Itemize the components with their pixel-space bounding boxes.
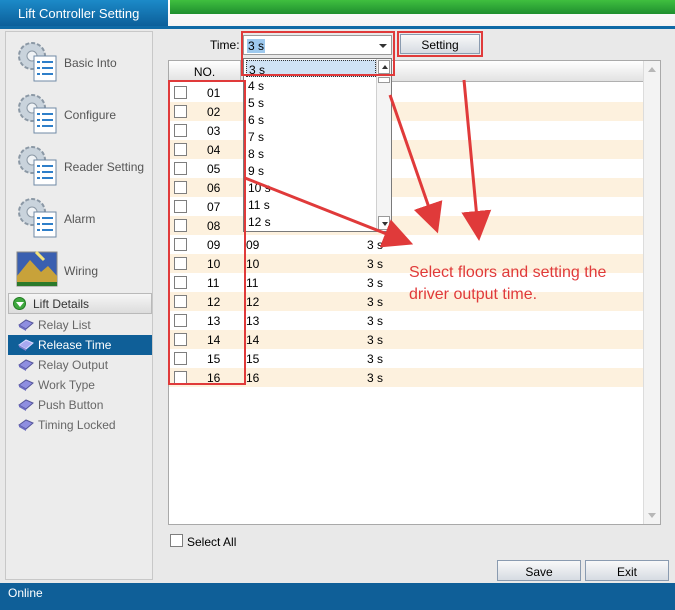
- window-title: Lift Controller Setting: [0, 0, 168, 26]
- gear-list-icon: [18, 146, 57, 186]
- dropdown-option[interactable]: 10 s: [246, 179, 376, 196]
- row-floor: 13: [246, 314, 260, 328]
- section-lift-details[interactable]: Lift Details: [8, 293, 152, 314]
- title-accent: [170, 0, 675, 14]
- time-dropdown-list: 3 s4 s5 s6 s7 s8 s9 s 10 s 11 s 12 s: [243, 58, 392, 232]
- row-time: 3 s: [367, 352, 384, 366]
- row-floor: 16: [246, 371, 260, 385]
- nav-item-wiring[interactable]: Wiring: [6, 244, 152, 296]
- gear-list-icon: [18, 198, 57, 238]
- row-time: 3 s: [367, 371, 384, 385]
- status-bar: Online: [0, 583, 675, 610]
- dropdown-option[interactable]: 5 s: [246, 94, 376, 111]
- sidebar-item-timing-locked[interactable]: Timing Locked: [8, 415, 152, 435]
- nav-item-label: Reader Setting: [64, 160, 145, 174]
- expand-down-icon: [13, 297, 26, 310]
- row-time: 3 s: [367, 295, 384, 309]
- nav-item-configure[interactable]: Configure: [6, 88, 152, 140]
- row-floor: 12: [246, 295, 260, 309]
- annotation-box-time: [241, 31, 395, 76]
- section-label: Lift Details: [33, 297, 90, 311]
- sidebar-item-relay-output[interactable]: Relay Output: [8, 355, 152, 375]
- dropdown-scrollbar[interactable]: [376, 59, 391, 231]
- row-time: 3 s: [367, 314, 384, 328]
- annotation-box-floors: [168, 80, 246, 385]
- dropdown-scroll-thumb[interactable]: [378, 77, 390, 83]
- column-header-no[interactable]: NO.: [169, 61, 241, 82]
- save-button[interactable]: Save: [497, 560, 581, 581]
- nav-item-alarm[interactable]: Alarm: [6, 192, 152, 244]
- row-floor: 11: [246, 276, 259, 290]
- book-icon: [18, 399, 34, 411]
- row-floor: 15: [246, 352, 260, 366]
- book-icon: [18, 319, 34, 331]
- time-label: Time:: [210, 38, 240, 52]
- row-time: 3 s: [367, 257, 384, 271]
- dropdown-option[interactable]: 12 s: [246, 213, 376, 230]
- gear-list-icon: [18, 42, 57, 82]
- nav-item-basic-info[interactable]: Basic Into: [6, 36, 152, 88]
- dropdown-option[interactable]: 11 s: [246, 196, 376, 213]
- scroll-up-icon[interactable]: [648, 67, 656, 72]
- title-bar: Lift Controller Setting: [0, 0, 675, 26]
- dropdown-option[interactable]: 4 s: [246, 77, 376, 94]
- book-icon: [18, 359, 34, 371]
- landscape-icon: [16, 250, 58, 287]
- sidebar-item-relay-list[interactable]: Relay List: [8, 315, 152, 335]
- annotation-box-setting: [397, 31, 483, 57]
- row-floor: 10: [246, 257, 260, 271]
- nav-item-label: Basic Into: [64, 56, 117, 70]
- nav-item-label: Configure: [64, 108, 117, 122]
- row-time: 3 s: [367, 238, 384, 252]
- scroll-down-icon[interactable]: [648, 513, 656, 518]
- row-time: 3 s: [367, 276, 384, 290]
- row-time: 3 s: [367, 333, 384, 347]
- chevron-down-icon: [382, 222, 388, 226]
- nav-item-reader-setting[interactable]: Reader Setting: [6, 140, 152, 192]
- select-all-label[interactable]: Select All: [187, 535, 236, 549]
- app-window: Lift Controller Setting Basic Into Confi…: [0, 0, 675, 610]
- sidebar-item-push-button[interactable]: Push Button: [8, 395, 152, 415]
- exit-button[interactable]: Exit: [585, 560, 669, 581]
- select-all-checkbox[interactable]: [170, 534, 183, 547]
- book-icon: [18, 419, 34, 431]
- dropdown-option[interactable]: 9 s: [246, 162, 376, 179]
- dropdown-option[interactable]: 6 s: [246, 111, 376, 128]
- sidebar-item-release-time[interactable]: Release Time: [8, 335, 152, 355]
- sidebar: Basic Into Configure Reader Setting Alar…: [5, 31, 153, 580]
- dropdown-option[interactable]: 8 s: [246, 145, 376, 162]
- row-floor: 14: [246, 333, 260, 347]
- row-floor: 09: [246, 238, 260, 252]
- nav-item-label: Wiring: [64, 264, 99, 278]
- annotation-text: Select floors and setting the driver out…: [409, 264, 607, 303]
- dropdown-scroll-down[interactable]: [378, 216, 390, 230]
- book-icon: [18, 379, 34, 391]
- dropdown-option[interactable]: 7 s: [246, 128, 376, 145]
- book-icon: [18, 339, 34, 351]
- sidebar-item-work-type[interactable]: Work Type: [8, 375, 152, 395]
- nav-item-label: Alarm: [64, 212, 96, 226]
- gear-list-icon: [18, 94, 57, 134]
- title-divider: [0, 26, 675, 29]
